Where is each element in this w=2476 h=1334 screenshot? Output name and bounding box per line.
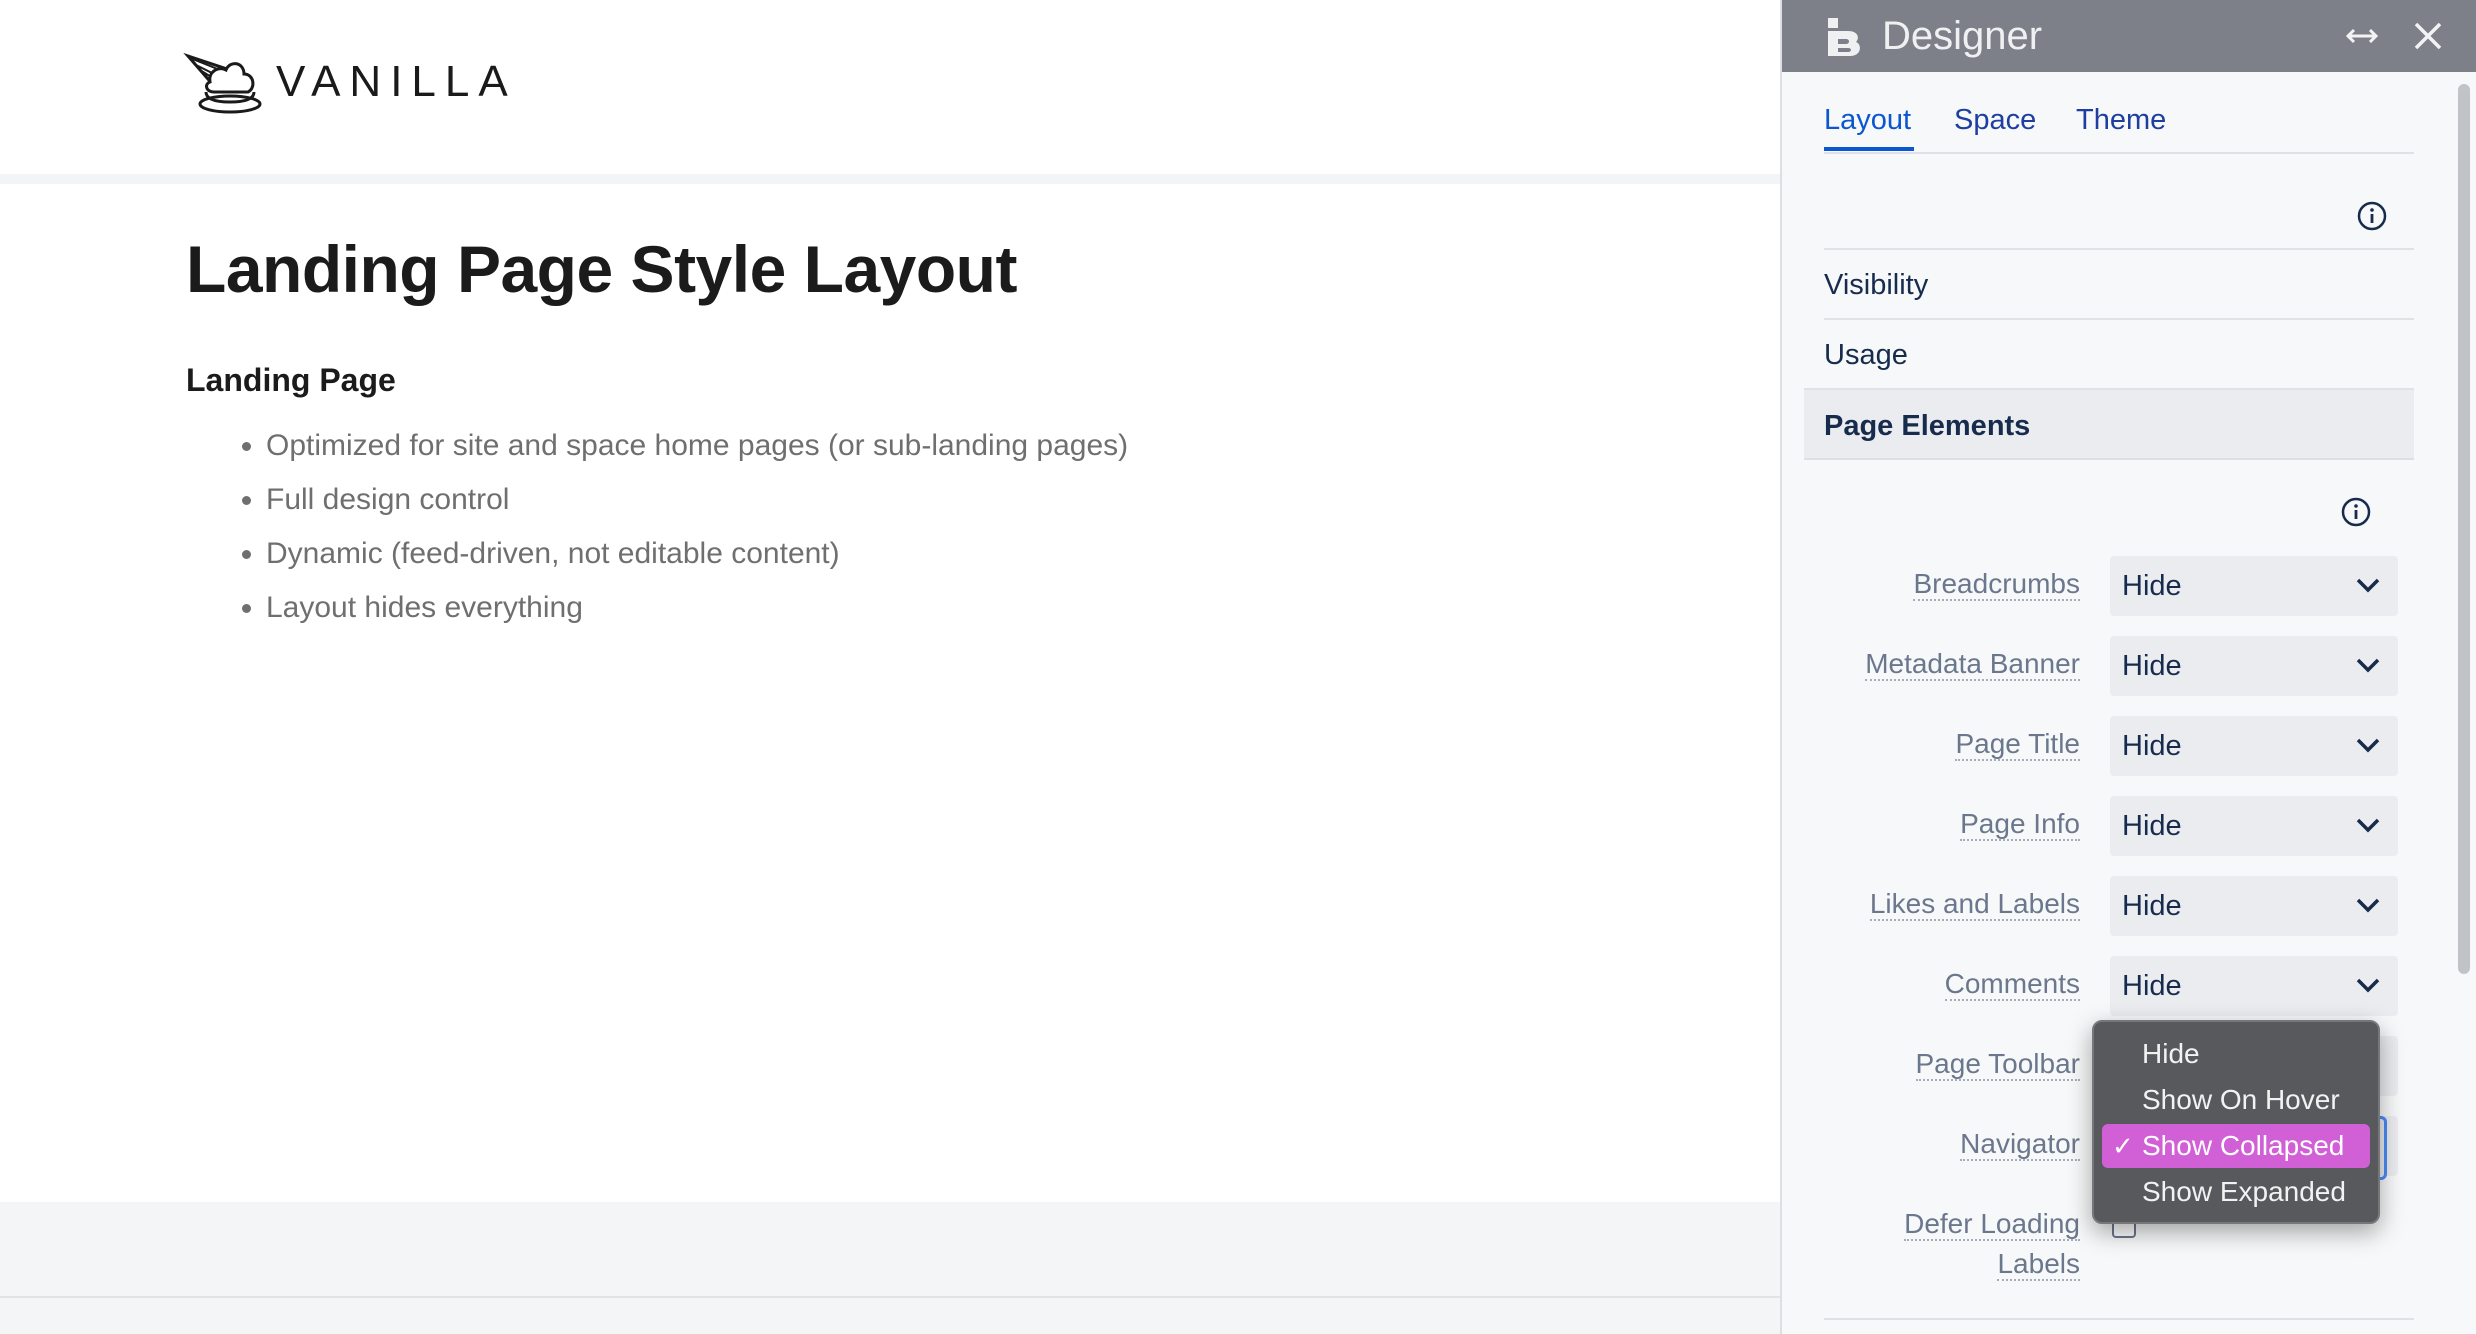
chevron-down-icon bbox=[2356, 898, 2380, 913]
page-content: Landing Page Style Layout Landing Page O… bbox=[186, 224, 1686, 635]
setting-label-comments: Comments bbox=[1944, 968, 2080, 1001]
list-item: Optimized for site and space home pages … bbox=[266, 419, 1686, 473]
setting-label-page-toolbar: Page Toolbar bbox=[1915, 1048, 2080, 1081]
main-page: VANILLA Landing Page Style Layout Landin… bbox=[0, 0, 1780, 1334]
section-visibility[interactable]: Visibility bbox=[1824, 248, 2414, 318]
setting-label-navigator: Navigator bbox=[1960, 1128, 2080, 1161]
setting-label-page-info: Page Info bbox=[1960, 808, 2080, 841]
info-icon[interactable] bbox=[2356, 200, 2388, 232]
list-item: Full design control bbox=[266, 473, 1686, 527]
chevron-down-icon bbox=[2356, 658, 2380, 673]
page-title: Landing Page Style Layout bbox=[186, 232, 1017, 306]
dropdown-option-hide[interactable]: Hide bbox=[2102, 1032, 2370, 1076]
setting-label-metadata-banner: Metadata Banner bbox=[1865, 648, 2080, 681]
page-title-select[interactable]: Hide bbox=[2110, 716, 2398, 776]
active-tab-indicator bbox=[1824, 147, 1914, 151]
info-icon[interactable] bbox=[2340, 496, 2372, 528]
checkmark-icon: ✓ bbox=[2112, 1131, 2134, 1161]
chevron-down-icon bbox=[2356, 978, 2380, 993]
bullet-list: Optimized for site and space home pages … bbox=[186, 419, 1686, 635]
dropdown-option-show-expanded[interactable]: Show Expanded bbox=[2102, 1170, 2370, 1214]
setting-label-defer-loading-labels: Defer Loading Labels bbox=[1904, 1208, 2080, 1281]
designer-titlebar[interactable]: Designer bbox=[1782, 0, 2476, 72]
designer-title: Designer bbox=[1882, 14, 2043, 58]
setting-label-likes-and-labels: Likes and Labels bbox=[1869, 888, 2080, 921]
close-icon[interactable] bbox=[2406, 14, 2450, 58]
chevron-down-icon bbox=[2356, 818, 2380, 833]
panel-scrollbar[interactable] bbox=[2458, 84, 2470, 974]
list-item: Layout hides everything bbox=[266, 581, 1686, 635]
ice-cream-logo-icon bbox=[183, 52, 262, 114]
panel-divider bbox=[1824, 1318, 2414, 1320]
section-heading: Landing Page bbox=[186, 362, 396, 398]
setting-label-page-title: Page Title bbox=[1955, 728, 2080, 761]
section-usage[interactable]: Usage bbox=[1824, 318, 2414, 388]
site-logo[interactable]: VANILLA bbox=[180, 44, 517, 120]
dropdown-option-show-collapsed[interactable]: ✓ Show Collapsed bbox=[2102, 1124, 2370, 1168]
logo-text: VANILLA bbox=[276, 57, 517, 106]
chevron-down-icon bbox=[2356, 738, 2380, 753]
navigator-dropdown-menu: Hide Show On Hover ✓ Show Collapsed Show… bbox=[2092, 1020, 2380, 1224]
page-info-select[interactable]: Hide bbox=[2110, 796, 2398, 856]
header-divider bbox=[0, 174, 1780, 184]
footer-divider bbox=[0, 1296, 1780, 1298]
comments-select[interactable]: Hide bbox=[2110, 956, 2398, 1016]
breadcrumbs-select[interactable]: Hide bbox=[2110, 556, 2398, 616]
site-header: VANILLA bbox=[0, 0, 1780, 174]
designer-tabs: Layout Space Theme bbox=[1824, 100, 2414, 154]
resize-width-icon[interactable] bbox=[2342, 16, 2382, 56]
tab-space[interactable]: Space bbox=[1954, 104, 2036, 137]
page-footer bbox=[0, 1202, 1780, 1334]
tab-layout[interactable]: Layout bbox=[1824, 104, 1911, 137]
likes-and-labels-select[interactable]: Hide bbox=[2110, 876, 2398, 936]
list-item: Dynamic (feed-driven, not editable conte… bbox=[266, 527, 1686, 581]
setting-label-breadcrumbs: Breadcrumbs bbox=[1913, 568, 2080, 601]
tab-theme[interactable]: Theme bbox=[2076, 104, 2166, 137]
chevron-down-icon bbox=[2356, 578, 2380, 593]
section-page-elements[interactable]: Page Elements bbox=[1804, 388, 2414, 460]
dropdown-option-show-on-hover[interactable]: Show On Hover bbox=[2102, 1078, 2370, 1122]
metadata-banner-select[interactable]: Hide bbox=[2110, 636, 2398, 696]
designer-logo-icon bbox=[1828, 18, 1860, 56]
